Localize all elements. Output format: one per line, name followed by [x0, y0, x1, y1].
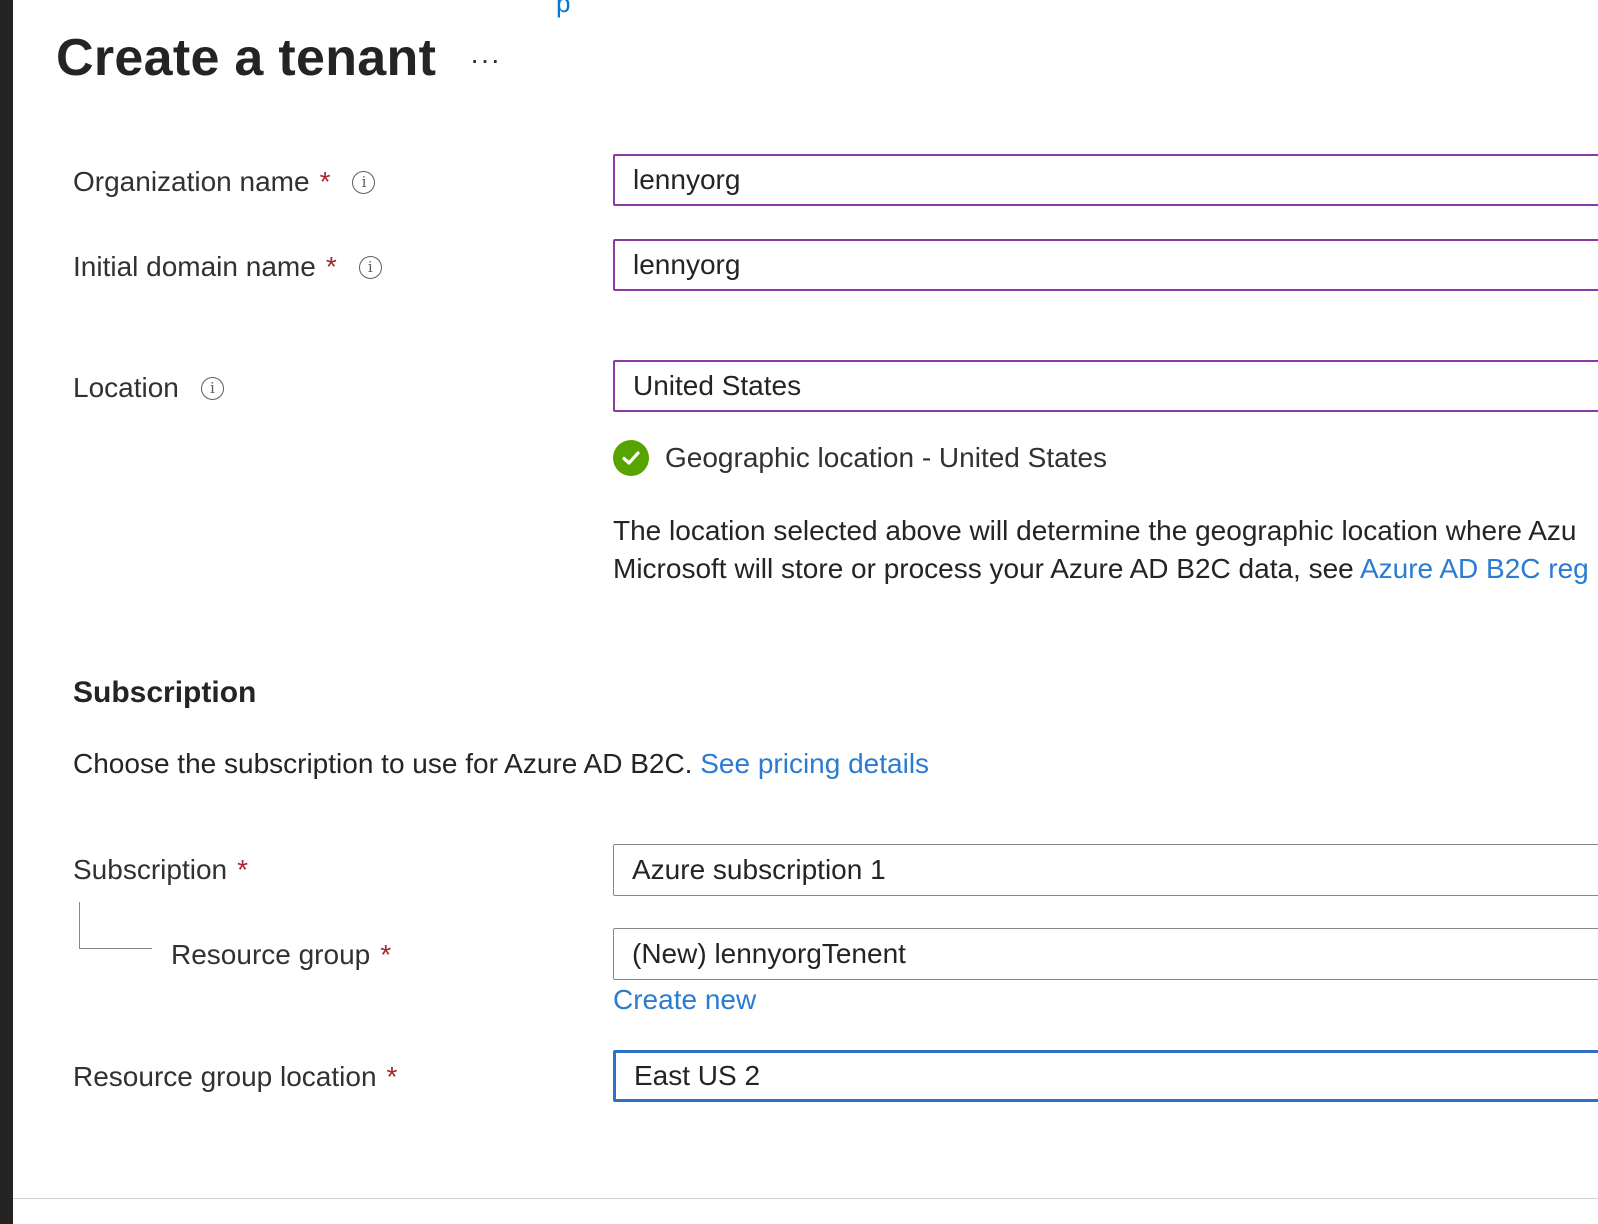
info-icon[interactable]: i — [358, 255, 382, 279]
location-status-text: Geographic location - United States — [665, 442, 1108, 473]
checkmark-glyph — [622, 451, 640, 465]
resource-group-label: Resource group * — [171, 935, 391, 975]
resource-group-location-label: Resource group location * — [73, 1057, 397, 1097]
check-circle-icon — [613, 440, 649, 476]
subscription-label: Subscription * — [73, 850, 248, 890]
window-left-edge — [0, 0, 13, 1224]
info-icon[interactable]: i — [352, 170, 376, 194]
required-marker: * — [380, 939, 392, 970]
more-options-icon[interactable]: ··· — [470, 44, 501, 76]
initial-domain-name-label-text: Initial domain name — [73, 251, 316, 282]
location-status: Geographic location - United States — [613, 440, 1107, 476]
required-marker: * — [386, 1061, 398, 1092]
required-marker: * — [319, 166, 331, 197]
location-label-text: Location — [73, 372, 179, 403]
top-breadcrumb-link[interactable]: p — [556, 0, 570, 19]
location-description: The location selected above will determi… — [613, 512, 1598, 588]
info-icon[interactable]: i — [200, 376, 224, 400]
resource-group-select[interactable] — [613, 928, 1598, 980]
location-description-text: Microsoft will store or process your Azu… — [613, 553, 1360, 584]
location-description-line-1: The location selected above will determi… — [613, 515, 1577, 546]
organization-name-label-text: Organization name — [73, 166, 310, 197]
required-marker: * — [325, 251, 337, 282]
required-marker: * — [237, 854, 248, 885]
subscription-description-text: Choose the subscription to use for Azure… — [73, 748, 701, 779]
create-new-resource-group-link[interactable]: Create new — [613, 984, 756, 1016]
location-select[interactable] — [613, 360, 1598, 412]
location-description-line-2: Microsoft will store or process your Azu… — [613, 550, 1598, 588]
organization-name-label: Organization name * i — [73, 162, 376, 202]
location-label: Location i — [73, 368, 224, 408]
resource-group-label-text: Resource group — [171, 939, 371, 970]
initial-domain-name-input[interactable] — [613, 239, 1598, 291]
azure-ad-b2c-regions-link[interactable]: Azure AD B2C reg — [1360, 553, 1589, 584]
subscription-section-description: Choose the subscription to use for Azure… — [73, 748, 929, 780]
subscription-select[interactable] — [613, 844, 1598, 896]
subscription-label-text: Subscription — [73, 854, 228, 885]
hierarchy-connector — [79, 902, 152, 949]
see-pricing-details-link[interactable]: See pricing details — [700, 748, 929, 779]
resource-group-location-select[interactable] — [613, 1050, 1598, 1102]
bottom-divider — [13, 1198, 1598, 1199]
organization-name-input[interactable] — [613, 154, 1598, 206]
initial-domain-name-label: Initial domain name * i — [73, 247, 382, 287]
subscription-section-heading: Subscription — [73, 676, 257, 709]
page-title: Create a tenant — [56, 29, 437, 87]
resource-group-location-label-text: Resource group location — [73, 1061, 377, 1092]
